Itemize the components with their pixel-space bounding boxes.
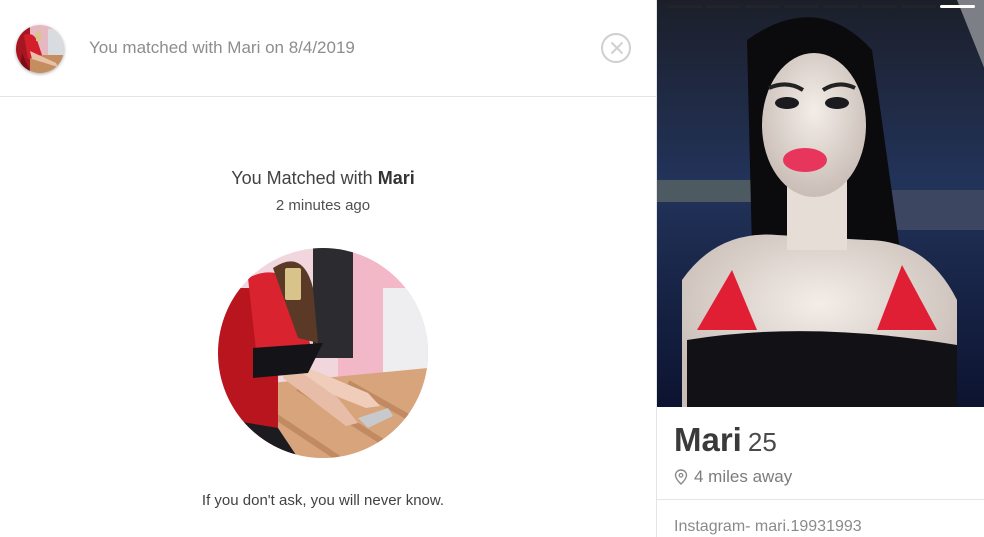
match-header: You matched with Mari on 8/4/2019 [0,0,656,97]
match-title-name: Mari [377,168,415,188]
profile-card: Mari 25 4 miles away Instagram- mari.1993… [656,0,984,537]
avatar[interactable] [16,25,64,73]
divider [657,499,984,500]
profile-distance: 4 miles away [694,467,793,486]
match-title-prefix: You Matched with [231,168,378,188]
photo-indicator[interactable] [862,5,897,8]
photo-indicator[interactable] [667,5,702,8]
profile-age: 25 [747,427,777,457]
match-header-text: You matched with Mari on 8/4/2019 [89,38,355,57]
photo-indicator[interactable] [823,5,858,8]
profile-photo[interactable] [657,0,984,407]
photo-indicator[interactable] [901,5,936,8]
location-pin-icon [674,469,688,485]
match-title: You Matched with Mari [0,168,646,189]
profile-distance-row: 4 miles away [674,467,792,487]
photo-indicator-active[interactable] [940,5,975,8]
match-panel: You matched with Mari on 8/4/2019 You Ma… [0,0,656,537]
profile-bio: Instagram- mari.19931993 [674,518,862,535]
match-message: If you don't ask, you will never know. [201,492,445,509]
match-photo[interactable] [218,248,428,458]
match-timestamp: 2 minutes ago [275,197,371,214]
photo-progress [667,5,975,9]
profile-name: Mari [674,421,742,458]
photo-indicator[interactable] [784,5,819,8]
close-icon[interactable] [601,33,631,63]
profile-name-row: Mari 25 [674,421,777,459]
photo-indicator[interactable] [745,5,780,8]
photo-indicator[interactable] [706,5,741,8]
